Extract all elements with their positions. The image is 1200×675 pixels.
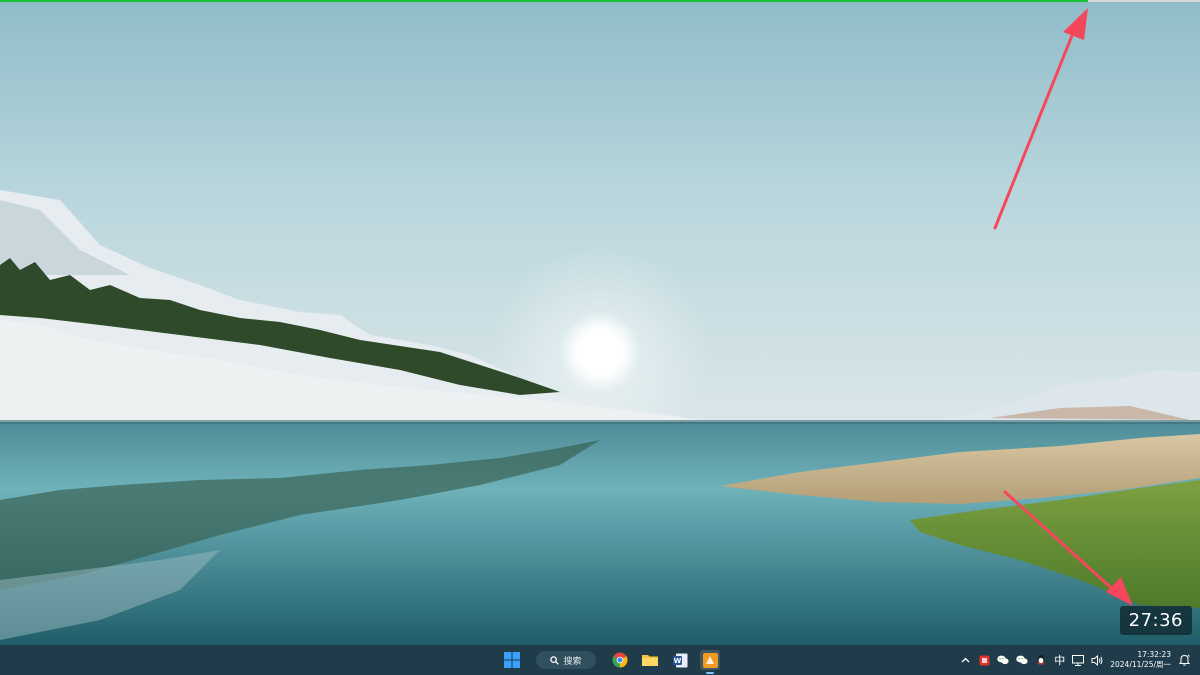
bell-icon: [1178, 654, 1190, 666]
orange-app-icon: [702, 652, 718, 668]
tray-app-red[interactable]: [978, 654, 990, 666]
network-icon: [1072, 654, 1085, 666]
taskbar: 搜索 W 中 17:32:23 2024/11/25/周一: [0, 645, 1200, 675]
qq-icon: [1037, 654, 1045, 665]
file-explorer-button[interactable]: [640, 650, 660, 670]
volume-button[interactable]: [1091, 654, 1103, 666]
clock[interactable]: 17:32:23 2024/11/25/周一: [1110, 650, 1171, 670]
folder-icon: [642, 655, 658, 666]
taskbar-search-button[interactable]: 搜索: [536, 651, 596, 669]
system-tray: 中 17:32:23 2024/11/25/周一: [959, 645, 1190, 675]
progress-track: [0, 0, 1200, 2]
red-app-icon: [979, 655, 990, 665]
word-icon: W: [672, 653, 687, 667]
search-icon: [550, 655, 560, 665]
network-button[interactable]: [1072, 654, 1085, 666]
clock-time: 17:32:23: [1137, 650, 1171, 659]
clock-date: 2024/11/25/周一: [1110, 660, 1171, 669]
chevron-up-icon: [961, 657, 970, 663]
tray-qq[interactable]: [1035, 654, 1047, 666]
speaker-icon: [1091, 654, 1103, 666]
active-app-button[interactable]: [700, 650, 720, 674]
timer-display: 27:36: [1119, 606, 1192, 635]
desktop-wallpaper: [0, 0, 1200, 645]
desktop: [0, 0, 1200, 645]
start-button[interactable]: [502, 650, 522, 670]
word-button[interactable]: W: [670, 650, 690, 670]
wechat-icon: [1016, 655, 1028, 665]
ime-indicator[interactable]: 中: [1054, 652, 1065, 668]
progress-fill: [0, 0, 1089, 2]
wechat-icon: [997, 655, 1009, 665]
search-label: 搜索: [563, 656, 582, 667]
tray-wechat-2[interactable]: [1016, 654, 1028, 666]
tray-wechat-1[interactable]: [997, 654, 1009, 666]
chrome-icon: [612, 652, 628, 668]
show-hidden-icons-button[interactable]: [959, 654, 971, 666]
notification-button[interactable]: [1178, 654, 1190, 666]
taskbar-apps: 搜索 W: [502, 645, 720, 675]
windows-logo-icon: [504, 652, 520, 668]
chrome-button[interactable]: [610, 650, 630, 670]
svg-text:W: W: [673, 657, 681, 665]
